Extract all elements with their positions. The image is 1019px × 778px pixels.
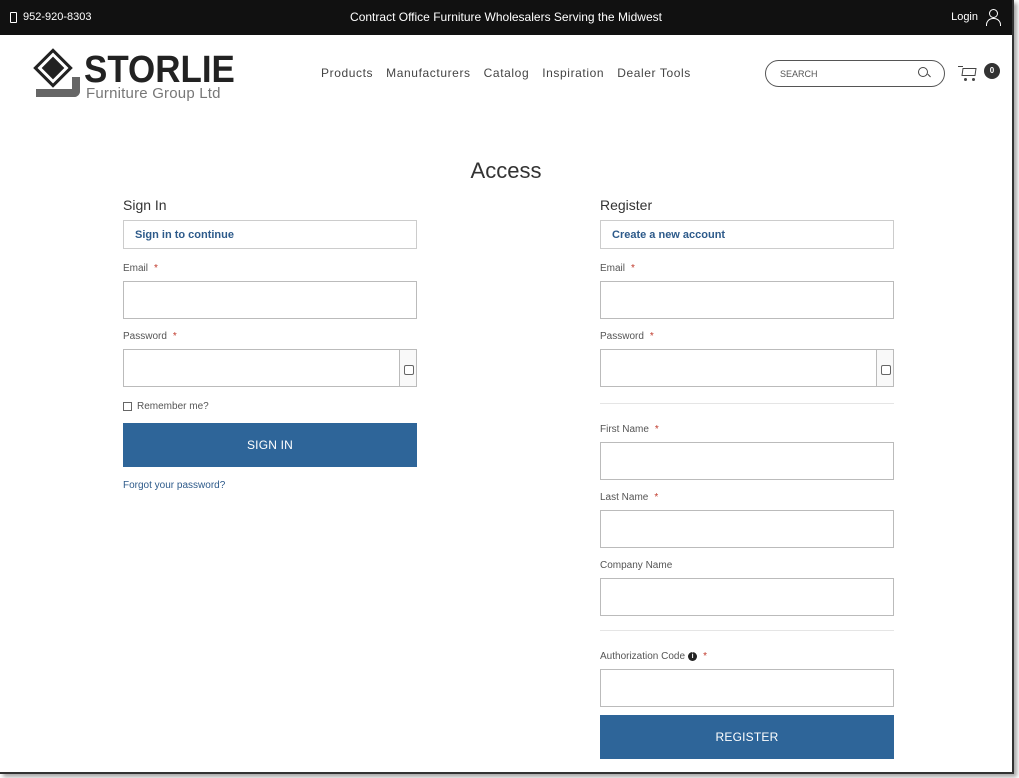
remember-me-label: Remember me? [137,401,209,412]
register-email-field[interactable] [600,281,894,319]
company-name-field[interactable] [600,578,894,616]
site-logo[interactable]: STORLIE Furniture Group Ltd [33,48,235,105]
signin-password-wrapper [123,349,417,387]
first-name-label: First Name * [600,424,659,435]
register-title: Register [600,197,653,213]
register-subhead: Create a new account [600,220,894,249]
cart-icon [958,65,978,81]
remember-me-checkbox[interactable] [123,402,132,411]
required-mark: * [154,263,158,274]
site-header: STORLIE Furniture Group Ltd Products Man… [0,35,1012,115]
remember-me[interactable]: Remember me? [123,401,417,412]
authorization-code-field[interactable] [600,669,894,707]
nav-dealer-tools[interactable]: Dealer Tools [617,66,691,80]
company-name-label: Company Name [600,560,673,571]
logo-subtitle: Furniture Group Ltd [86,85,221,102]
required-mark: * [172,331,177,342]
cart-button[interactable]: 0 [958,63,1000,83]
authorization-code-label: Authorization Code i * [600,651,707,662]
last-name-label: Last Name * [600,492,659,503]
main-nav: Products Manufacturers Catalog Inspirati… [321,66,691,80]
required-mark: * [654,424,659,435]
register-password-label: Password * [600,331,654,342]
last-name-field[interactable] [600,510,894,548]
register-button[interactable]: REGISTER [600,715,894,759]
top-bar: 952-920-8303 Contract Office Furniture W… [0,0,1012,35]
signin-email-label: Email * [123,263,158,274]
required-mark: * [703,651,707,662]
page-title: Access [470,158,542,183]
required-mark: * [654,492,659,503]
nav-manufacturers[interactable]: Manufacturers [386,66,471,80]
cart-count-badge: 0 [984,63,1000,79]
required-mark: * [649,331,654,342]
nav-products[interactable]: Products [321,66,373,80]
forgot-password-link[interactable]: Forgot your password? [123,480,225,491]
signin-email-field[interactable] [123,281,417,319]
register-password-field[interactable] [600,349,877,387]
signin-button[interactable]: SIGN IN [123,423,417,467]
required-mark: * [631,263,635,274]
search-icon[interactable] [918,67,930,79]
login-label: Login [951,11,978,23]
show-password-toggle[interactable] [877,349,894,387]
tagline: Contract Office Furniture Wholesalers Se… [350,10,662,24]
signin-password-label: Password * [123,331,177,342]
register-password-wrapper [600,349,894,387]
signin-title: Sign In [123,197,167,213]
search-box [765,60,945,87]
search-input[interactable] [780,67,910,81]
signin-subhead: Sign in to continue [123,220,417,249]
signin-password-field[interactable] [123,349,400,387]
signin-section: Sign In Sign in to continue Email * Passw… [123,197,417,493]
logo-mark-icon [33,48,84,101]
register-section: Register Create a new account Email * Pas… [600,197,894,759]
page-frame: 952-920-8303 Contract Office Furniture W… [0,0,1014,774]
user-icon [986,9,1001,26]
show-password-toggle[interactable] [400,349,417,387]
nav-inspiration[interactable]: Inspiration [542,66,604,80]
login-link[interactable]: Login [951,9,1001,26]
first-name-field[interactable] [600,442,894,480]
info-icon[interactable]: i [688,652,698,661]
register-email-label: Email * [600,263,635,274]
nav-catalog[interactable]: Catalog [484,66,530,80]
